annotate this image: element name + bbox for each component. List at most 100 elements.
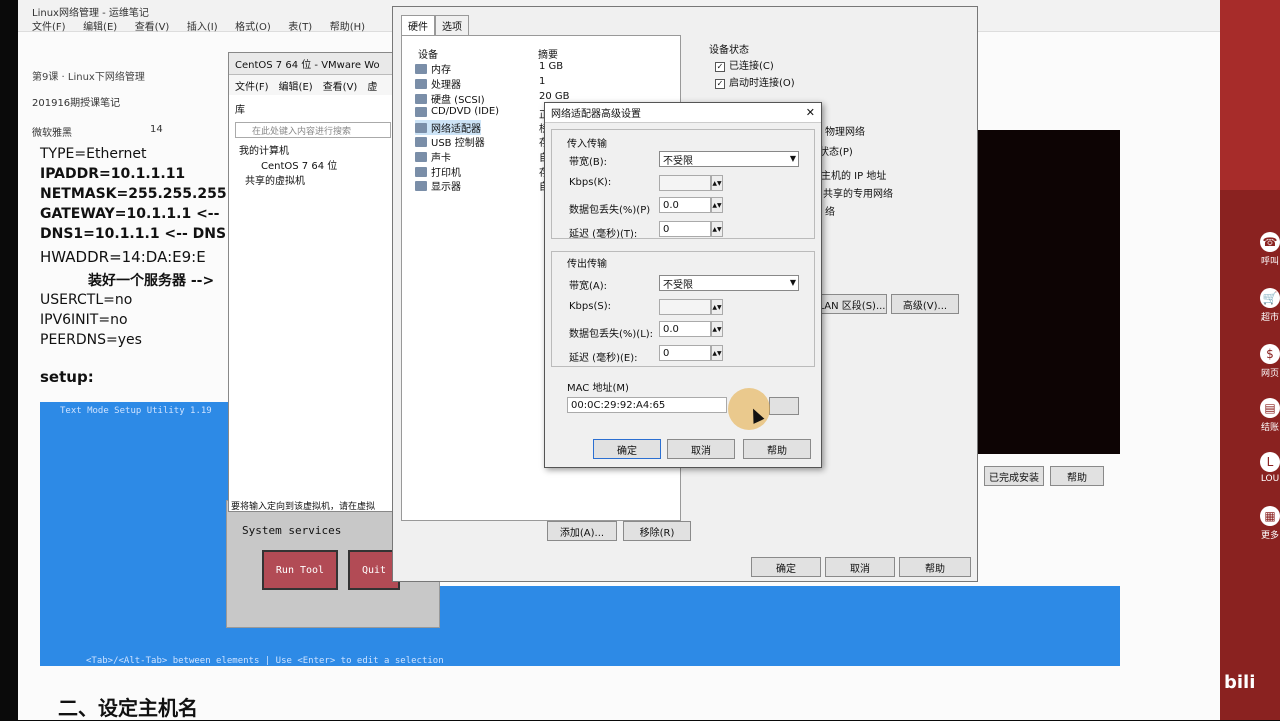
notes-menu-edit[interactable]: 编辑(E) <box>83 22 117 33</box>
side-item-call[interactable]: ☎ 呼叫 <box>1258 232 1280 267</box>
connected-checkbox[interactable]: ✓ 已连接(C) <box>715 57 774 72</box>
device-memory[interactable]: 内存 <box>415 61 451 76</box>
notebook-selector[interactable]: 201916期授课笔记 <box>32 94 120 109</box>
tree-my-computer[interactable]: 我的计算机 <box>239 144 387 159</box>
incoming-heading: 传入传输 <box>567 139 607 150</box>
generate-mac-button[interactable] <box>769 397 799 415</box>
library-label: 库 <box>235 105 245 116</box>
device-disk[interactable]: 硬盘 (SCSI) <box>415 91 485 106</box>
notes-menu-file[interactable]: 文件(F) <box>32 22 66 33</box>
bilibili-watermark: bili <box>1224 672 1256 693</box>
remove-device-button[interactable]: 移除(R) <box>623 521 691 541</box>
latency-in-spinner[interactable]: ▲▼ <box>711 221 723 237</box>
notes-menu-view[interactable]: 查看(V) <box>135 22 170 33</box>
note-line-peerdns: PEERDNS=yes <box>40 332 142 348</box>
device-processor[interactable]: 处理器 <box>415 76 461 91</box>
bandwidth-out-select[interactable]: 不受限 ▼ <box>659 275 799 291</box>
l-icon: L <box>1260 452 1280 472</box>
adv-ok-button[interactable]: 确定 <box>593 439 661 459</box>
vmware-menu-vm[interactable]: 虚 <box>367 78 377 93</box>
breadcrumb[interactable]: 第9课 · Linux下网络管理 <box>32 68 145 83</box>
side-item-more[interactable]: ▦ 更多 <box>1258 506 1280 541</box>
lan-segment-button[interactable]: LAN 区段(S)... <box>817 294 887 314</box>
dollar-icon: $ <box>1260 344 1280 364</box>
install-complete-button[interactable]: 已完成安装 <box>984 466 1044 486</box>
kbps-out-input[interactable] <box>659 299 711 315</box>
side-item-lou[interactable]: L LOU <box>1258 452 1280 484</box>
bandwidth-in-label: 带宽(B): <box>569 157 608 168</box>
settings-ok-button[interactable]: 确定 <box>751 557 821 577</box>
note-line-gateway: GATEWAY=10.1.1.1 <-- <box>40 206 220 222</box>
kbps-in-input[interactable] <box>659 175 711 191</box>
font-size-select[interactable]: 14 <box>150 124 163 135</box>
device-sound[interactable]: 声卡 <box>415 149 451 164</box>
side-item-web[interactable]: $ 网页 <box>1258 344 1280 379</box>
add-device-button[interactable]: 添加(A)... <box>547 521 617 541</box>
section-heading-hostname: 二、设定主机名 <box>58 696 198 720</box>
col-summary-header: 摘要 <box>538 50 558 61</box>
loss-in-spinner[interactable]: ▲▼ <box>711 197 723 213</box>
connect-on-start-checkbox[interactable]: ✓ 启动时连接(O) <box>715 74 795 89</box>
advanced-button[interactable]: 高级(V)... <box>891 294 959 314</box>
adv-cancel-button[interactable]: 取消 <box>667 439 735 459</box>
font-family-select[interactable]: 微软雅黑 <box>32 124 72 139</box>
side-item-market[interactable]: 🛒 超市 <box>1258 288 1280 323</box>
device-display[interactable]: 显示器 <box>415 178 461 193</box>
cursor-highlight <box>728 388 770 430</box>
loss-in-label: 数据包丢失(%)(P) <box>569 205 651 216</box>
library-search-input[interactable]: 在此处键入内容进行搜索 <box>235 122 391 138</box>
tree-shared-vms[interactable]: 共享的虚拟机 <box>239 174 387 189</box>
col-device-header: 设备 <box>418 50 438 61</box>
notes-menu-insert[interactable]: 插入(I) <box>187 22 218 33</box>
setup-terminal-bottom <box>40 586 1120 666</box>
mac-address-input[interactable]: 00:0C:29:92:A4:65 <box>567 397 727 413</box>
adapter-advanced-dialog: 网络适配器高级设置 ✕ 传入传输 带宽(B): 不受限 ▼ Kbps(K): ▲▼… <box>544 102 822 468</box>
notes-menu-bar: 文件(F) 编辑(E) 查看(V) 插入(I) 格式(O) 表(T) 帮助(H) <box>32 18 379 33</box>
speaker-icon <box>415 151 427 162</box>
latency-in-input[interactable]: 0 <box>659 221 711 237</box>
vmware-menu-view[interactable]: 查看(V) <box>323 78 358 93</box>
terminal-footer: <Tab>/<Alt-Tab> between elements | Use <… <box>86 656 444 666</box>
monitor-icon <box>415 180 427 191</box>
notes-menu-table[interactable]: 表(T) <box>288 22 312 33</box>
side-item-checkout[interactable]: ▤ 结账 <box>1258 398 1280 433</box>
adv-help-button[interactable]: 帮助 <box>743 439 811 459</box>
close-icon[interactable]: ✕ <box>806 106 815 119</box>
notes-menu-help[interactable]: 帮助(H) <box>330 22 365 33</box>
printer-icon <box>415 166 427 177</box>
kbps-in-spinner[interactable]: ▲▼ <box>711 175 723 191</box>
option-hostonly-fragment: 共享的专用网络 <box>823 189 893 200</box>
settings-cancel-button[interactable]: 取消 <box>825 557 895 577</box>
usb-icon <box>415 136 427 147</box>
tab-options[interactable]: 选项 <box>435 15 469 35</box>
grid-icon: ▦ <box>1260 506 1280 526</box>
vmware-menu-edit[interactable]: 编辑(E) <box>279 78 313 93</box>
vmware-status-text: 要将输入定向到该虚拟机，请在虚拟 <box>231 502 376 512</box>
vmware-title-bar: CentOS 7 64 位 - VMware Wo <box>229 53 397 75</box>
settings-help-button[interactable]: 帮助 <box>899 557 971 577</box>
loss-out-input[interactable]: 0.0 <box>659 321 711 337</box>
device-cdrom[interactable]: CD/DVD (IDE) <box>415 106 499 117</box>
run-tool-button: Run Tool <box>262 550 338 590</box>
bandwidth-in-select[interactable]: 不受限 ▼ <box>659 151 799 167</box>
console-help-button[interactable]: 帮助 <box>1050 466 1104 486</box>
chevron-down-icon: ▼ <box>789 278 796 287</box>
notes-menu-format[interactable]: 格式(O) <box>235 22 271 33</box>
device-network-adapter[interactable]: 网络适配器 <box>415 120 481 135</box>
phone-icon: ☎ <box>1260 232 1280 252</box>
kbps-out-spinner[interactable]: ▲▼ <box>711 299 723 315</box>
note-line-type: TYPE=Ethernet <box>40 146 147 162</box>
device-status-heading: 设备状态 <box>709 45 749 56</box>
option-nat-fragment: 主机的 IP 地址 <box>821 171 887 182</box>
device-usb[interactable]: USB 控制器 <box>415 134 485 149</box>
latency-out-spinner[interactable]: ▲▼ <box>711 345 723 361</box>
vmware-menu-file[interactable]: 文件(F) <box>235 78 269 93</box>
device-printer[interactable]: 打印机 <box>415 164 461 179</box>
library-tree: 我的计算机 CentOS 7 64 位 共享的虚拟机 <box>229 138 397 195</box>
tab-hardware[interactable]: 硬件 <box>401 15 435 35</box>
tree-centos[interactable]: CentOS 7 64 位 <box>239 159 387 174</box>
loss-out-spinner[interactable]: ▲▼ <box>711 321 723 337</box>
adv-title-bar: 网络适配器高级设置 ✕ <box>545 103 821 123</box>
latency-out-input[interactable]: 0 <box>659 345 711 361</box>
loss-in-input[interactable]: 0.0 <box>659 197 711 213</box>
